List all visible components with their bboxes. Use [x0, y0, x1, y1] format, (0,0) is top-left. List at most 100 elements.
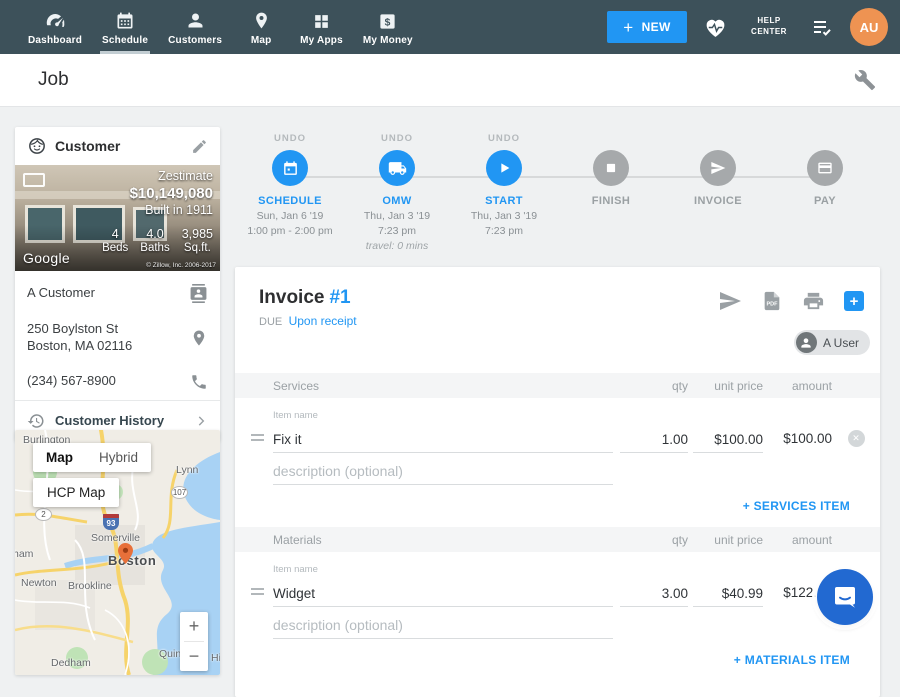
- map-type-map-button[interactable]: Map: [33, 443, 86, 472]
- property-photo[interactable]: Zestimate $10,149,080 Built in 1911 4Bed…: [15, 165, 220, 271]
- svg-text:$: $: [385, 17, 391, 28]
- zoom-in-button[interactable]: +: [180, 612, 208, 641]
- invoice-actions: PDF +: [718, 289, 864, 313]
- material-unit-price-input[interactable]: [693, 581, 763, 607]
- primary-nav: Dashboard Schedule Customers Map My Apps…: [0, 0, 423, 54]
- zoom-out-button[interactable]: −: [180, 642, 208, 671]
- undo-schedule-button[interactable]: UNDO: [274, 133, 306, 150]
- hcp-map-button[interactable]: HCP Map: [33, 478, 119, 507]
- stat-baths: 4.0Baths: [140, 227, 169, 254]
- nav-label: Schedule: [102, 35, 148, 46]
- top-nav: Dashboard Schedule Customers Map My Apps…: [0, 0, 900, 54]
- customer-address: 250 Boylston StBoston, MA 02116: [27, 321, 182, 355]
- nav-label: Dashboard: [28, 35, 82, 46]
- timeline-step-omw: UNDO OMW Thu, Jan 3 '19 7:23 pm travel: …: [347, 133, 447, 252]
- nav-label: My Apps: [300, 35, 343, 46]
- service-unit-price-input[interactable]: [693, 427, 763, 453]
- drag-handle-icon[interactable]: [251, 585, 273, 607]
- nav-item-dashboard[interactable]: Dashboard: [18, 0, 92, 54]
- zestimate-value: $10,149,080: [130, 185, 213, 204]
- route-107-shield: 107: [171, 486, 188, 499]
- material-description-input[interactable]: [273, 613, 613, 639]
- schedule-step-icon[interactable]: [272, 150, 308, 186]
- material-description-row: [273, 613, 880, 639]
- user-avatar[interactable]: AU: [850, 8, 888, 46]
- edit-customer-icon[interactable]: [191, 138, 208, 155]
- qty-column-header: qty: [620, 533, 688, 547]
- customer-phone: (234) 567-8900: [27, 373, 182, 390]
- map-label-waltham: ham: [15, 548, 33, 560]
- drag-handle-icon[interactable]: [251, 431, 273, 453]
- page-title: Job: [38, 69, 69, 91]
- dashboard-icon: [45, 9, 66, 31]
- add-invoice-button[interactable]: +: [844, 291, 864, 311]
- delete-service-item-icon[interactable]: ✕: [848, 430, 865, 447]
- service-amount: $100.00: [763, 431, 832, 453]
- customer-name: A Customer: [27, 285, 181, 302]
- amount-column-header: amount: [763, 533, 832, 547]
- print-icon[interactable]: [802, 290, 825, 313]
- add-materials-item-link[interactable]: + MATERIALS ITEM: [734, 653, 850, 667]
- stat-beds: 4Beds: [102, 227, 128, 254]
- nav-item-customers[interactable]: Customers: [158, 0, 232, 54]
- pay-card-icon[interactable]: [807, 150, 843, 186]
- service-description-input[interactable]: [273, 459, 613, 485]
- job-location-pin[interactable]: [118, 543, 133, 564]
- add-services-item-link[interactable]: + SERVICES ITEM: [743, 499, 850, 513]
- send-invoice-icon[interactable]: [718, 289, 742, 313]
- job-tools-icon[interactable]: [854, 69, 876, 91]
- apps-grid-icon: [312, 9, 331, 31]
- invoice-send-icon[interactable]: [700, 150, 736, 186]
- zestimate-label: Zestimate: [130, 169, 213, 185]
- start-play-icon[interactable]: [486, 150, 522, 186]
- phone-icon[interactable]: [190, 373, 208, 391]
- assignee-avatar-icon: [796, 332, 817, 353]
- new-button[interactable]: + NEW: [607, 11, 687, 43]
- contact-card-icon[interactable]: [189, 284, 208, 303]
- item-name-label: Item name: [273, 564, 880, 575]
- service-description-row: [273, 459, 880, 485]
- location-pin-icon[interactable]: [190, 329, 208, 347]
- health-heart-icon[interactable]: [703, 15, 728, 40]
- task-list-icon[interactable]: [810, 15, 834, 39]
- nav-item-my-money[interactable]: $ My Money: [353, 0, 423, 54]
- customer-history-label: Customer History: [55, 413, 184, 428]
- services-section-label: Services: [273, 379, 620, 393]
- assignee-chip[interactable]: A User: [794, 330, 870, 355]
- undo-start-button[interactable]: UNDO: [488, 133, 520, 150]
- omw-truck-icon[interactable]: [379, 150, 415, 186]
- map-label-lynn: Lynn: [176, 464, 198, 476]
- customer-address-row: 250 Boylston StBoston, MA 02116: [15, 312, 220, 364]
- nav-item-map[interactable]: Map: [232, 0, 290, 54]
- timeline-step-invoice: INVOICE: [668, 133, 768, 252]
- new-button-label: NEW: [642, 20, 671, 34]
- nav-right-cluster: + NEW HELP CENTER AU: [607, 0, 900, 54]
- customer-face-icon: [27, 136, 47, 156]
- customer-card: Customer Zestimate $10,149,080 Built in …: [15, 127, 220, 441]
- help-center-link[interactable]: HELP CENTER: [744, 16, 794, 38]
- undo-omw-button[interactable]: UNDO: [381, 133, 413, 150]
- map-label-hi: Hi: [211, 652, 220, 664]
- due-terms-link[interactable]: Upon receipt: [289, 314, 357, 328]
- material-name-input[interactable]: [273, 581, 613, 607]
- nav-item-schedule[interactable]: Schedule: [92, 0, 158, 54]
- material-qty-input[interactable]: [620, 581, 688, 607]
- finish-stop-icon[interactable]: [593, 150, 629, 186]
- due-label: DUE: [259, 316, 282, 328]
- property-stats: 4Beds 4.0Baths 3,985Sq.ft.: [102, 227, 213, 254]
- unit-price-column-header: unit price: [693, 379, 763, 393]
- service-name-input[interactable]: [273, 427, 613, 453]
- pdf-icon[interactable]: PDF: [761, 290, 783, 312]
- job-status-timeline: UNDO SCHEDULE Sun, Jan 6 '19 1:00 pm - 2…: [235, 133, 880, 265]
- nav-item-my-apps[interactable]: My Apps: [290, 0, 353, 54]
- street-view-icon[interactable]: [23, 173, 45, 187]
- google-logo: Google: [23, 250, 70, 266]
- stat-sqft: 3,985Sq.ft.: [182, 227, 213, 254]
- zestimate-overlay: Zestimate $10,149,080 Built in 1911: [130, 169, 213, 219]
- chat-messenger-button[interactable]: [817, 569, 873, 625]
- invoice-panel: Invoice#1 DUE Upon receipt PDF + A User …: [235, 267, 880, 697]
- unit-price-column-header: unit price: [693, 533, 763, 547]
- service-qty-input[interactable]: [620, 427, 688, 453]
- i93-shield: 93: [103, 514, 119, 530]
- map-type-hybrid-button[interactable]: Hybrid: [86, 443, 151, 472]
